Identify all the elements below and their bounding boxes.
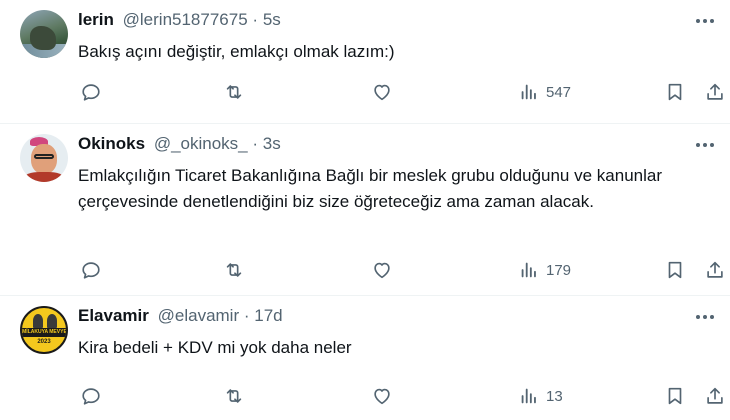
avatar[interactable]: MİLAKUYA MEVYE ! 2023 — [20, 306, 68, 354]
retweet-button[interactable] — [223, 256, 245, 284]
like-button[interactable] — [371, 78, 393, 106]
share-icon — [707, 261, 723, 278]
more-icon[interactable] — [694, 10, 716, 32]
reply-icon — [82, 262, 100, 279]
reply-button[interactable] — [80, 256, 102, 284]
author-handle[interactable]: @elavamir — [158, 306, 240, 325]
views-icon — [521, 388, 536, 404]
tweet[interactable]: MİLAKUYA MEVYE ! 2023 Elavamir @elavamir… — [0, 296, 730, 420]
bookmark-icon — [668, 387, 682, 405]
avatar-year: 2023 — [37, 339, 51, 345]
bookmark-button[interactable] — [664, 256, 686, 284]
tweet-text: Bakış açını değiştir, emlakçı olmak lazı… — [78, 42, 395, 61]
share-icon — [707, 83, 723, 100]
like-icon — [374, 262, 390, 279]
avatar[interactable] — [20, 134, 68, 182]
views-button[interactable]: 179 — [518, 256, 571, 284]
more-icon[interactable] — [694, 306, 716, 328]
reply-icon — [82, 388, 100, 405]
retweet-button[interactable] — [223, 382, 245, 410]
share-button[interactable] — [704, 382, 726, 410]
avatar[interactable] — [20, 10, 68, 58]
like-icon — [374, 388, 390, 405]
tweet[interactable]: lerin @lerin51877675 · 5s Bakış açını de… — [0, 0, 730, 124]
retweet-button[interactable] — [223, 78, 245, 106]
author-handle[interactable]: @lerin51877675 — [123, 10, 248, 29]
views-icon — [521, 262, 536, 278]
share-button[interactable] — [704, 78, 726, 106]
views-count: 13 — [546, 387, 563, 405]
avatar-glasses — [34, 154, 54, 159]
timestamp[interactable]: 3s — [263, 134, 281, 153]
views-button[interactable]: 547 — [518, 78, 571, 106]
timestamp[interactable]: 5s — [263, 10, 281, 29]
separator-dot: · — [252, 10, 259, 29]
action-bar: 13 — [78, 382, 724, 410]
separator-dot: · — [252, 134, 259, 153]
avatar-face — [31, 144, 57, 174]
avatar-band: MİLAKUYA MEVYE ! — [22, 328, 68, 337]
views-button[interactable]: 13 — [518, 382, 563, 410]
reply-icon — [82, 84, 100, 101]
reply-button[interactable] — [80, 382, 102, 410]
separator-dot: · — [243, 306, 250, 325]
retweet-icon — [226, 389, 242, 403]
bookmark-button[interactable] — [664, 382, 686, 410]
timestamp[interactable]: 17d — [254, 306, 282, 325]
tweet-text: Kira bedeli + KDV mi yok daha neler — [78, 338, 352, 357]
retweet-icon — [226, 263, 242, 277]
tweet-text: Emlakçılığın Ticaret Bakanlığına Bağlı b… — [78, 166, 662, 211]
avatar-figure — [47, 314, 57, 328]
tweet[interactable]: Okinoks @_okinoks_ · 3s Emlakçılığın Tic… — [0, 124, 730, 296]
author-name[interactable]: Elavamir — [78, 306, 149, 325]
author-handle[interactable]: @_okinoks_ — [154, 134, 248, 153]
avatar-shirt — [24, 172, 64, 182]
bookmark-icon — [668, 261, 682, 279]
avatar-figure — [33, 314, 43, 328]
action-bar: 179 — [78, 256, 724, 284]
tweet-header: Elavamir @elavamir · 17d — [78, 305, 283, 327]
views-icon — [521, 84, 536, 100]
views-count: 179 — [546, 261, 572, 279]
more-icon[interactable] — [694, 134, 716, 156]
author-name[interactable]: Okinoks — [78, 134, 145, 153]
share-button[interactable] — [704, 256, 726, 284]
avatar-badge-text: MİLAKUYA MEVYE ! — [22, 329, 68, 335]
share-icon — [707, 387, 723, 404]
like-button[interactable] — [371, 256, 393, 284]
avatar-rock — [30, 26, 56, 50]
author-name[interactable]: lerin — [78, 10, 114, 29]
like-button[interactable] — [371, 382, 393, 410]
retweet-icon — [226, 85, 242, 99]
reply-button[interactable] — [80, 78, 102, 106]
views-count: 547 — [546, 83, 572, 101]
tweet-header: lerin @lerin51877675 · 5s — [78, 9, 281, 31]
bookmark-icon — [668, 83, 682, 101]
like-icon — [374, 84, 390, 101]
action-bar: 547 — [78, 78, 724, 106]
tweet-header: Okinoks @_okinoks_ · 3s — [78, 133, 281, 155]
bookmark-button[interactable] — [664, 78, 686, 106]
